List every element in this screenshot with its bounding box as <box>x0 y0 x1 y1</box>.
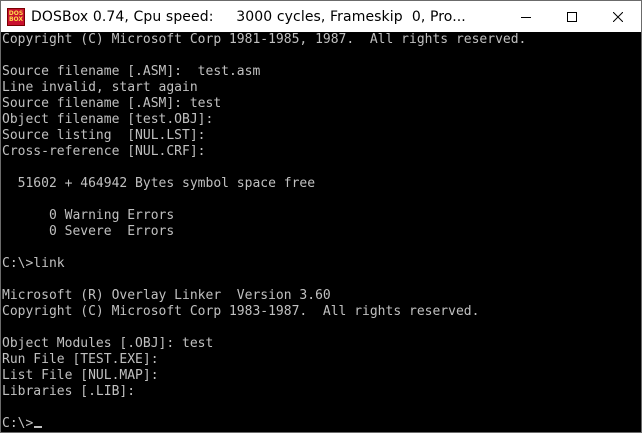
console-line-text: Object Modules [.OBJ]: test <box>2 336 214 351</box>
console-line-text: Source filename [.ASM]: test.asm <box>2 64 261 79</box>
console-line-text: Cross-reference [NUL.CRF]: <box>2 144 206 159</box>
console-line-text: Line invalid, start again <box>2 80 198 95</box>
console-line-text: C:\> <box>2 416 34 431</box>
dosbox-icon[interactable]: DOS BOX <box>7 7 25 26</box>
console-line: Object Modules [.OBJ]: test <box>2 336 640 352</box>
app-icon-text-bottom: BOX <box>8 15 24 23</box>
console-line-text: 0 Warning Errors <box>2 208 175 223</box>
close-button[interactable] <box>595 1 641 32</box>
window-title: DOSBox 0.74, Cpu speed: 3000 cycles, Fra… <box>31 8 466 25</box>
console-line: Microsoft (R) Overlay Linker Version 3.6… <box>2 288 640 304</box>
console-line-text: C:\>link <box>2 256 65 271</box>
console-line: Run File [TEST.EXE]: <box>2 352 640 368</box>
console-line: Source filename [.ASM]: test <box>2 96 640 112</box>
console-line-text: Run File [TEST.EXE]: <box>2 352 159 367</box>
console-line: Source filename [.ASM]: test.asm <box>2 64 640 80</box>
dos-console[interactable]: Copyright (C) Microsoft Corp 1981-1985, … <box>2 32 640 432</box>
close-icon <box>613 11 623 22</box>
console-line-text: Source listing [NUL.LST]: <box>2 128 206 143</box>
console-line: Libraries [.LIB]: <box>2 384 640 400</box>
console-line: 0 Severe Errors <box>2 224 640 240</box>
console-line: C:\>link <box>2 256 640 272</box>
dosbox-window: DOS BOX DOSBox 0.74, Cpu speed: 3000 cyc… <box>0 0 642 433</box>
maximize-button[interactable] <box>549 1 595 32</box>
console-line: Copyright (C) Microsoft Corp 1983-1987. … <box>2 304 640 320</box>
title-bar[interactable]: DOS BOX DOSBox 0.74, Cpu speed: 3000 cyc… <box>1 1 641 32</box>
console-line-text: Copyright (C) Microsoft Corp 1983-1987. … <box>2 304 480 319</box>
text-cursor <box>34 426 43 428</box>
maximize-icon <box>567 11 577 22</box>
console-line-text: Object filename [test.OBJ]: <box>2 112 214 127</box>
console-line-text: Microsoft (R) Overlay Linker Version 3.6… <box>2 288 331 303</box>
minimize-icon <box>521 16 531 18</box>
console-line: Cross-reference [NUL.CRF]: <box>2 144 640 160</box>
console-line-text: Libraries [.LIB]: <box>2 384 136 399</box>
console-line: Line invalid, start again <box>2 80 640 96</box>
console-line: 0 Warning Errors <box>2 208 640 224</box>
console-line: List File [NUL.MAP]: <box>2 368 640 384</box>
console-line-text: Copyright (C) Microsoft Corp 1981-1985, … <box>2 32 527 47</box>
console-line: Copyright (C) Microsoft Corp 1981-1985, … <box>2 32 640 48</box>
console-line-text: Source filename [.ASM]: test <box>2 96 222 111</box>
window-controls <box>503 1 641 32</box>
console-line: C:\> <box>2 416 640 432</box>
minimize-button[interactable] <box>503 1 549 32</box>
console-line-text: 51602 + 464942 Bytes symbol space free <box>2 176 316 191</box>
console-line: Object filename [test.OBJ]: <box>2 112 640 128</box>
console-line-text: List File [NUL.MAP]: <box>2 368 159 383</box>
console-line-text: 0 Severe Errors <box>2 224 175 239</box>
console-line: Source listing [NUL.LST]: <box>2 128 640 144</box>
console-line: 51602 + 464942 Bytes symbol space free <box>2 176 640 192</box>
